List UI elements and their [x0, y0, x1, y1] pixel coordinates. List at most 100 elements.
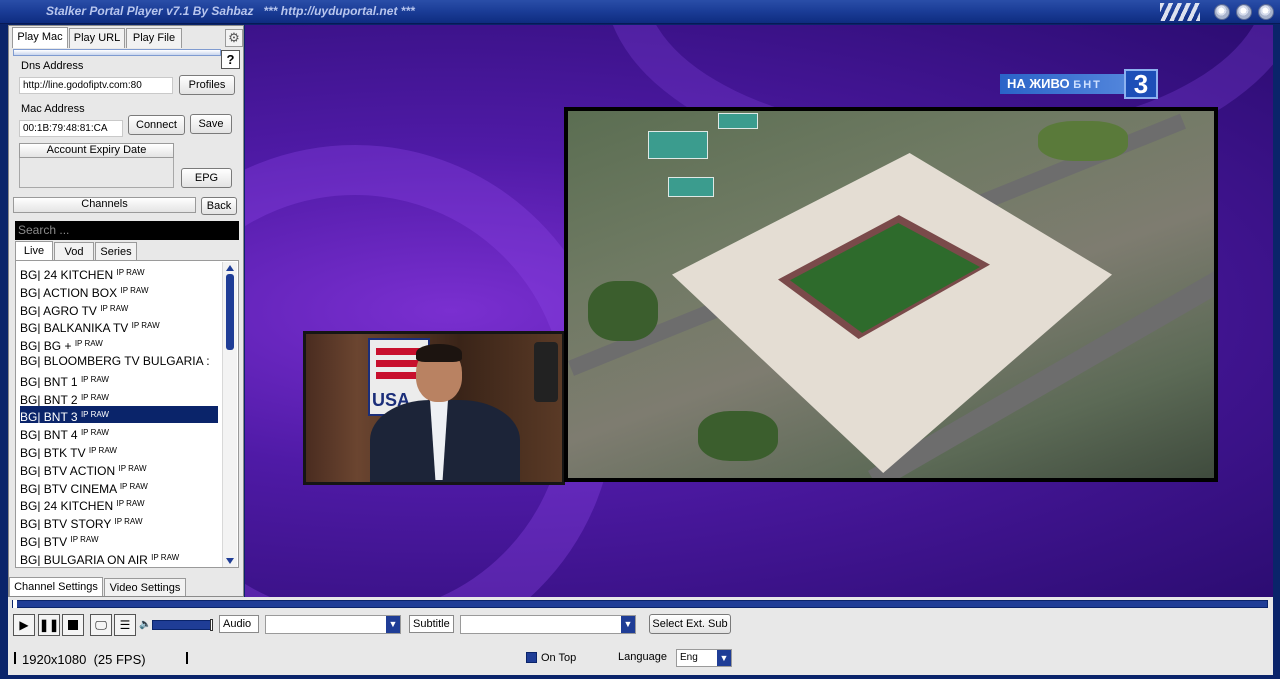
channel-tag: IP RAW	[80, 410, 109, 420]
channel-tag: IP RAW	[70, 535, 99, 544]
pause-icon: ❚❚	[39, 618, 60, 632]
profiles-button[interactable]: Profiles	[179, 75, 235, 95]
scroll-down-arrow-icon[interactable]	[226, 558, 234, 564]
audio-label: Audio	[219, 615, 259, 633]
channel-list-item[interactable]: BG| BTV IP RAW	[20, 531, 218, 548]
channel-name: BG| BG +	[20, 339, 72, 353]
trees	[698, 411, 778, 461]
minimize-button[interactable]	[1214, 4, 1230, 20]
channel-name: BG| AGRO TV	[20, 303, 97, 317]
dns-label: Dns Address	[21, 60, 84, 72]
tab-play-mac[interactable]: Play Mac	[12, 27, 68, 48]
resolution-text: 1920x1080 (25 FPS)	[22, 652, 146, 667]
tab-play-url[interactable]: Play URL	[69, 28, 125, 48]
channel-tag: IP RAW	[118, 463, 147, 473]
dns-input[interactable]: http://line.godofiptv.com:80	[19, 77, 173, 94]
audio-select[interactable]: ▼	[265, 615, 401, 634]
channel-name: BG| BNT 4	[20, 428, 78, 442]
volume-slider[interactable]	[152, 619, 213, 631]
channel-list-item[interactable]: BG| BNT 4 IP RAW	[20, 424, 218, 441]
channel-list-item[interactable]: BG| ACTION BOX IP RAW	[20, 282, 218, 299]
list-icon: ☰	[119, 618, 131, 632]
studio-inset: USA	[303, 331, 565, 485]
tab-series[interactable]: Series	[95, 242, 137, 260]
channel-list-item[interactable]: BG| BG + IP RAW	[20, 335, 218, 352]
mac-input[interactable]: 00:1B:79:48:81:CA	[19, 120, 123, 137]
channel-tag: IP RAW	[80, 428, 109, 438]
channel-list-item[interactable]: BG| BLOOMBERG TV BULGARIA :	[20, 353, 218, 370]
channel-name: BG| BTK TV	[20, 446, 86, 459]
channel-name: BG| BNT 3	[20, 410, 78, 424]
monitor-icon: 🖵	[95, 618, 107, 632]
channel-list-item[interactable]: BG| BTV ACTION IP RAW	[20, 460, 218, 477]
on-top-checkbox[interactable]	[526, 652, 537, 663]
language-select[interactable]: Eng ▼	[676, 649, 732, 667]
channel-list-item[interactable]: BG| BTV STORY IP RAW	[20, 513, 218, 530]
connect-button[interactable]: Connect	[128, 115, 185, 135]
window-title: Stalker Portal Player v7.1 By Sahbaz ***…	[46, 4, 415, 18]
presenter-hair	[416, 344, 462, 362]
channel-name: BG| BNT 1	[20, 374, 78, 388]
channel-list-item[interactable]: BG| BNT 1 IP RAW	[20, 371, 218, 388]
language-value: Eng	[680, 652, 698, 663]
chevron-down-icon[interactable]: ▼	[386, 616, 400, 633]
channel-tag: IP RAW	[80, 374, 109, 384]
search-input[interactable]: Search ...	[15, 221, 239, 240]
play-button[interactable]: ▶	[13, 614, 35, 636]
stop-button[interactable]	[62, 614, 84, 636]
channel-list-item[interactable]: BG| BTK TV IP RAW	[20, 442, 218, 459]
scroll-thumb[interactable]	[226, 274, 234, 350]
flag-stripe	[376, 360, 422, 367]
left-panel: Play Mac Play URL Play File ⚙ ? Dns Addr…	[8, 25, 244, 597]
chevron-down-icon[interactable]: ▼	[621, 616, 635, 633]
tab-live[interactable]: Live	[15, 241, 53, 260]
speaker-icon[interactable]: 🔈	[139, 619, 151, 630]
subtitle-label: Subtitle	[409, 615, 454, 633]
channel-list-item[interactable]: BG| BNT 2 IP RAW	[20, 389, 218, 406]
tab-play-file[interactable]: Play File	[126, 28, 182, 48]
volume-knob[interactable]	[210, 619, 213, 631]
channel-name: BG| ACTION BOX	[20, 285, 118, 299]
channel-name: BG| BTV ACTION	[20, 463, 116, 477]
scroll-up-arrow-icon[interactable]	[226, 265, 234, 271]
tab-channel-settings[interactable]: Channel Settings	[9, 577, 103, 596]
settings-gear-icon[interactable]: ⚙	[225, 29, 243, 47]
account-expiry-box: Account Expiry Date	[19, 143, 174, 188]
channel-list[interactable]: BG| BULGARIA ON AIR IP RAW BG| BTV IP RAW…	[15, 260, 239, 568]
title-bar[interactable]: Stalker Portal Player v7.1 By Sahbaz ***…	[0, 0, 1280, 24]
channel-list-item[interactable]: BG| BULGARIA ON AIR IP RAW	[20, 549, 218, 566]
channel-list-item[interactable]: BG| BNT 3 IP RAW	[20, 406, 218, 424]
channel-list-item[interactable]: BG| BTV CINEMA IP RAW	[20, 478, 218, 495]
trees	[588, 281, 658, 341]
mac-header-strip	[13, 49, 221, 56]
chevron-down-icon[interactable]: ▼	[717, 650, 731, 666]
select-ext-sub-button[interactable]: Select Ext. Sub	[649, 614, 731, 634]
control-bar: ▶ ❚❚ 🖵 ☰ 🔈 Audio ▼ Subtitle ▼ Select Ext…	[8, 597, 1273, 675]
seek-knob[interactable]	[13, 600, 17, 608]
close-button[interactable]	[1258, 4, 1274, 20]
subtitle-select[interactable]: ▼	[460, 615, 636, 634]
save-button[interactable]: Save	[190, 114, 232, 134]
epg-button[interactable]: EPG	[181, 168, 232, 188]
channel-list-item[interactable]: BG| AGRO TV IP RAW	[20, 300, 218, 317]
pause-button[interactable]: ❚❚	[38, 614, 60, 636]
channel-list-item[interactable]: BG| 24 KITCHEN IP RAW	[20, 264, 218, 281]
help-button[interactable]: ?	[221, 50, 240, 69]
channel-tag: IP RAW	[80, 392, 109, 402]
channel-name: BG| BTV CINEMA	[20, 481, 117, 495]
playlist-button[interactable]: ☰	[114, 614, 136, 636]
trees	[1038, 121, 1128, 161]
channel-list-item[interactable]: BG| BALKANIKA TV IP RAW	[20, 317, 218, 334]
channel-name: BG| BTV	[20, 535, 68, 548]
channel-list-scrollbar[interactable]	[222, 262, 237, 567]
tab-video-settings[interactable]: Video Settings	[104, 578, 186, 596]
divider	[186, 652, 188, 664]
maximize-button[interactable]	[1236, 4, 1252, 20]
video-display[interactable]: НА ЖИВО БНТ 3 USA	[245, 25, 1273, 597]
seek-bar[interactable]	[12, 600, 1268, 608]
fullscreen-button[interactable]: 🖵	[90, 614, 112, 636]
channel-list-item[interactable]: BG| 24 KITCHEN IP RAW	[20, 495, 218, 512]
tab-vod[interactable]: Vod	[54, 242, 94, 260]
back-button[interactable]: Back	[201, 197, 237, 215]
channel-tag: IP RAW	[88, 446, 117, 455]
